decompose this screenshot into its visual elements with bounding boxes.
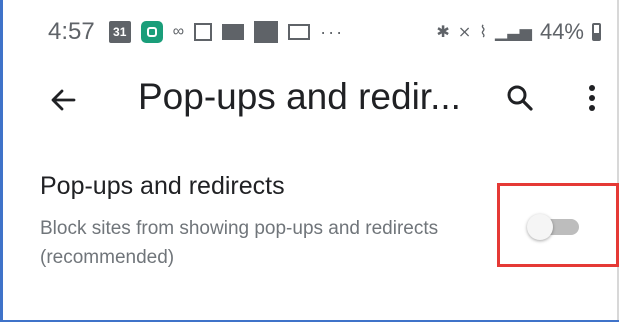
more-notifications-icon: ··· xyxy=(320,21,345,42)
popups-setting-row[interactable]: Pop-ups and redirects Block sites from s… xyxy=(40,172,619,282)
mail-outline-icon xyxy=(288,24,311,40)
bluetooth-icon: ✱ xyxy=(436,24,450,41)
popups-toggle-switch[interactable] xyxy=(527,214,581,240)
calendar-outline-icon xyxy=(194,23,213,41)
news-icon xyxy=(254,21,279,43)
status-time: 4:57 xyxy=(48,18,95,45)
more-vert-icon[interactable] xyxy=(580,78,604,118)
page-title: Pop-ups and redir... xyxy=(138,76,461,117)
wifi-icon: ⌇ xyxy=(479,24,488,41)
calendar-icon: 31 xyxy=(108,21,131,43)
setting-description: Block sites from showing pop-ups and red… xyxy=(40,218,439,268)
app-bar: Pop-ups and redir... xyxy=(0,70,619,126)
status-bar: 4:57 31 ∞ ··· ✱ ⨯ ⌇ ▁▃▅ 44% xyxy=(48,12,601,52)
toggle-thumb xyxy=(527,214,553,240)
system-icons: ✱ ⨯ ⌇ ▁▃▅ 44% xyxy=(428,19,601,45)
battery-icon xyxy=(592,23,601,41)
search-icon[interactable] xyxy=(502,80,538,116)
setting-title: Pop-ups and redirects xyxy=(40,172,285,200)
signal-icon: ▁▃▅ xyxy=(495,24,532,41)
mute-icon: ⨯ xyxy=(457,24,472,41)
mail-icon xyxy=(222,24,245,40)
app-notification-icon xyxy=(140,21,163,43)
voicemail-icon: ∞ xyxy=(172,23,185,40)
battery-percent: 44% xyxy=(539,19,584,44)
window-frame-left xyxy=(0,0,3,322)
back-arrow-icon[interactable] xyxy=(44,80,84,120)
